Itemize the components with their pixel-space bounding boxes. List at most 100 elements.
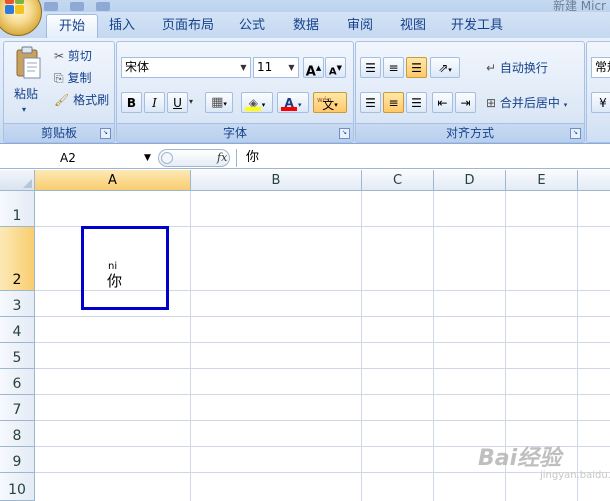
bottom-align-button[interactable]: ☰ <box>406 57 427 78</box>
alignment-launcher-icon[interactable]: ↘ <box>570 128 581 139</box>
phonetic-guide-button[interactable]: wén 文▾ <box>313 92 347 113</box>
column-header-e[interactable]: E <box>506 170 578 191</box>
orientation-button[interactable]: ⇗▾ <box>430 57 460 78</box>
tab-view[interactable]: 视图 <box>393 14 433 38</box>
ribbon: 粘贴 ▾ ✂ 剪切 ⎘ 复制 🖌 格式刷 剪贴板 ↘ 宋体 ▼ 11 ▼ A▲ … <box>0 38 610 144</box>
underline-button[interactable]: U <box>167 92 188 113</box>
cut-button[interactable]: ✂ 剪切 <box>54 46 92 66</box>
bold-button[interactable]: B <box>121 92 142 113</box>
row-header-6[interactable]: 6 <box>0 369 35 395</box>
undo-icon[interactable] <box>70 2 84 11</box>
shrink-font-button[interactable]: A▼ <box>325 57 346 78</box>
align-middle-icon: ≡ <box>388 61 399 75</box>
font-group: 宋体 ▼ 11 ▼ A▲ A▼ B I U ▾ ▦▾ ◈ ▾ A ▾ wén 文… <box>116 41 354 143</box>
alignment-group-label: 对齐方式 <box>356 123 584 142</box>
fill-color-button[interactable]: ◈ ▾ <box>241 92 273 113</box>
wrap-text-label: 自动换行 <box>499 61 548 75</box>
shrink-font-glyph: A <box>328 66 337 78</box>
tab-data[interactable]: 数据 <box>286 14 326 38</box>
formula-controls: fx <box>158 149 230 167</box>
row-header-3[interactable]: 3 <box>0 291 35 317</box>
cut-label: 剪切 <box>67 49 92 63</box>
grow-font-button[interactable]: A▲ <box>303 57 324 79</box>
tab-insert[interactable]: 插入 <box>100 14 144 38</box>
format-painter-button[interactable]: 🖌 格式刷 <box>54 90 109 110</box>
decrease-indent-button[interactable]: ⇤ <box>432 92 453 113</box>
row-header-10[interactable]: 10 <box>0 473 35 501</box>
row-header-8[interactable]: 8 <box>0 421 35 447</box>
watermark-url: jingyan.baidu.com <box>540 470 610 481</box>
italic-button[interactable]: I <box>144 92 165 113</box>
font-color-button[interactable]: A ▾ <box>277 92 309 113</box>
font-size-combo[interactable]: 11 ▼ <box>253 57 299 78</box>
tab-review[interactable]: 审阅 <box>340 14 380 38</box>
name-box[interactable]: A2 ▼ <box>0 149 158 167</box>
currency-format-icon[interactable]: ¥ <box>591 92 610 113</box>
number-group: 常规 ¥ <box>586 41 610 143</box>
indent-icon: ⇥ <box>460 96 471 110</box>
chevron-down-icon[interactable]: ▼ <box>144 149 151 167</box>
chevron-down-icon[interactable]: ▼ <box>237 58 250 77</box>
row-number: 3 <box>12 298 22 314</box>
insert-function-button[interactable]: fx <box>217 150 227 166</box>
clipboard-launcher-icon[interactable]: ↘ <box>100 128 111 139</box>
paste-icon[interactable] <box>14 46 42 80</box>
tab-page-layout[interactable]: 页面布局 <box>158 14 218 38</box>
title-strip: 新建 Micr <box>0 0 610 13</box>
align-center-button[interactable]: ≡ <box>383 92 404 113</box>
font-size-value: 11 <box>257 60 273 74</box>
number-format-combo[interactable]: 常规 <box>591 57 610 78</box>
alignment-group: ☰ ≡ ☰ ⇗▾ ↵ 自动换行 ☰ ≡ ☰ ⇤ ⇥ ⊞ 合并后居中 ▾ 对齐方式… <box>355 41 585 143</box>
row-header-4[interactable]: 4 <box>0 317 35 343</box>
tab-developer[interactable]: 开发工具 <box>445 14 509 38</box>
row-header-1[interactable]: 1 <box>0 191 35 227</box>
column-header-f-partial[interactable] <box>578 170 610 191</box>
expand-handle-icon[interactable] <box>161 152 173 164</box>
tab-formulas[interactable]: 公式 <box>232 14 272 38</box>
top-align-button[interactable]: ☰ <box>360 57 381 78</box>
active-cell-selection[interactable] <box>81 226 169 310</box>
borders-button[interactable]: ▦▾ <box>205 92 233 113</box>
row-number: 9 <box>12 454 22 470</box>
align-right-button[interactable]: ☰ <box>406 92 427 113</box>
formula-input[interactable]: 你 <box>246 149 259 167</box>
merge-cells-icon: ⊞ <box>486 96 497 110</box>
merge-center-label: 合并后居中 <box>499 96 560 110</box>
phonetic-glyph: 文 <box>322 98 335 112</box>
paste-dropdown-icon[interactable]: ▾ <box>22 100 26 120</box>
save-icon[interactable] <box>44 2 58 11</box>
redo-icon[interactable] <box>96 2 110 11</box>
clipboard-group-label: 剪贴板 <box>4 123 114 142</box>
row-header-5[interactable]: 5 <box>0 343 35 369</box>
outdent-icon: ⇤ <box>437 96 448 110</box>
column-header-c[interactable]: C <box>362 170 434 191</box>
column-header-a[interactable]: A <box>35 170 191 191</box>
row-header-9[interactable]: 9 <box>0 447 35 473</box>
increase-indent-button[interactable]: ⇥ <box>455 92 476 113</box>
row-number: 2 <box>12 272 22 288</box>
formula-bar: A2 ▼ fx 你 <box>0 147 610 169</box>
row-header-2[interactable]: 2 <box>0 227 35 291</box>
row-header-7[interactable]: 7 <box>0 395 35 421</box>
row-number: 6 <box>12 376 22 392</box>
quick-access-toolbar[interactable] <box>44 0 164 11</box>
font-launcher-icon[interactable]: ↘ <box>339 128 350 139</box>
merge-center-button[interactable]: ⊞ 合并后居中 ▾ <box>486 93 567 113</box>
underline-dropdown-icon[interactable]: ▾ <box>189 92 193 112</box>
wrap-text-button[interactable]: ↵ 自动换行 <box>486 58 548 78</box>
formula-divider <box>236 149 237 167</box>
align-top-icon: ☰ <box>365 61 376 75</box>
select-all-button[interactable] <box>0 170 35 191</box>
tab-home[interactable]: 开始 <box>46 14 98 39</box>
chevron-down-icon[interactable]: ▼ <box>285 58 298 77</box>
column-header-b[interactable]: B <box>191 170 362 191</box>
column-header-d[interactable]: D <box>434 170 506 191</box>
font-name-combo[interactable]: 宋体 ▼ <box>121 57 251 78</box>
middle-align-button[interactable]: ≡ <box>383 57 404 78</box>
row-number: 5 <box>12 350 22 366</box>
chevron-down-icon[interactable]: ▾ <box>564 101 568 109</box>
copy-button[interactable]: ⎘ 复制 <box>54 68 91 88</box>
align-left-button[interactable]: ☰ <box>360 92 381 113</box>
row-number: 8 <box>12 428 22 444</box>
worksheet-grid[interactable]: A B C D E 1 2 3 4 5 6 7 8 9 10 ni 你 Bai经… <box>0 170 610 501</box>
